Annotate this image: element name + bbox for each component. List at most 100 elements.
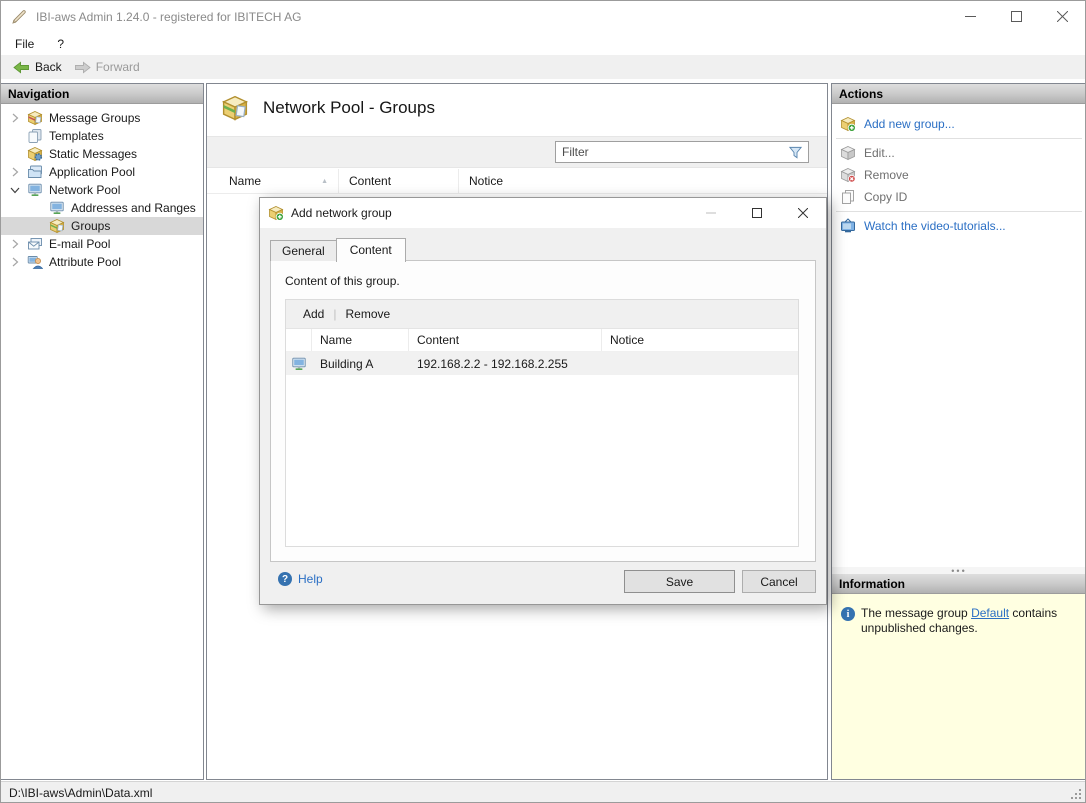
nav-item-network-pool[interactable]: Network Pool [1,181,203,199]
page-title-row: Network Pool - Groups [220,94,435,122]
action-label: Watch the video-tutorials... [864,219,1006,233]
column-header-name[interactable]: Name [312,329,409,351]
static-messages-icon [27,146,43,162]
help-icon: ? [278,572,292,586]
info-text-before: The message group [861,606,971,620]
column-label: Notice [610,333,644,347]
column-header-content[interactable]: Content [409,329,602,351]
filter-input[interactable] [556,145,788,159]
panel-splitter[interactable]: ••• [832,567,1086,574]
nav-label: E-mail Pool [49,237,110,251]
column-label: Notice [469,174,503,188]
action-add-new-group[interactable]: Add new group... [832,113,1086,135]
add-entry-button[interactable]: Add [296,304,331,324]
menu-file[interactable]: File [6,34,43,54]
group-content-toolbar: Add | Remove [286,300,798,329]
action-copy-id[interactable]: Copy ID [832,186,1086,208]
filter-funnel-icon[interactable] [788,145,803,160]
action-label: Add new group... [864,117,955,131]
back-button[interactable]: Back [7,58,68,77]
filter-bar [207,136,827,168]
row-name-cell: Building A [312,352,409,375]
save-button[interactable]: Save [624,570,735,593]
column-header-notice[interactable]: Notice [602,329,798,351]
nav-item-attribute-pool[interactable]: Attribute Pool [1,253,203,271]
cancel-button[interactable]: Cancel [742,570,816,593]
forward-arrow-icon [74,60,91,75]
navigation-header: Navigation [1,84,203,104]
menu-help[interactable]: ? [48,34,73,54]
add-group-icon [268,205,284,221]
window-title: IBI-aws Admin 1.24.0 - registered for IB… [36,10,301,24]
network-pool-icon [27,182,43,198]
separator [836,138,1082,139]
nav-item-application-pool[interactable]: Application Pool [1,163,203,181]
column-label: Content [417,333,459,347]
nav-item-addresses-and-ranges[interactable]: Addresses and Ranges [1,199,203,217]
action-edit[interactable]: Edit... [832,142,1086,164]
remove-entry-button[interactable]: Remove [338,304,397,324]
dialog-column-headers: Name Content Notice [286,329,798,352]
status-path: D:\IBI-aws\Admin\Data.xml [9,786,152,800]
addresses-and-ranges-icon [49,200,65,216]
forward-button[interactable]: Forward [68,58,146,77]
nav-label: Attribute Pool [49,255,121,269]
email-pool-icon [27,236,43,252]
sort-ascending-icon: ▲ [321,178,328,185]
tab-content[interactable]: Content [336,238,406,262]
navigation-tree: Message Groups Templates Static Messages… [1,104,203,271]
nav-item-templates[interactable]: Templates [1,127,203,145]
page-title: Network Pool - Groups [263,98,435,118]
chevron-right-icon[interactable] [9,166,21,178]
column-header-icon[interactable] [286,329,312,351]
help-link[interactable]: ? Help [278,572,323,586]
nav-toolbar: Back Forward [1,55,1085,79]
nav-label: Message Groups [49,111,140,125]
chevron-down-icon[interactable] [9,184,21,196]
dialog-minimize-button [688,198,734,228]
column-header-name[interactable]: Name ▲ [207,169,339,193]
list-column-headers: Name ▲ Content Notice [207,169,827,194]
status-bar: D:\IBI-aws\Admin\Data.xml [1,781,1085,803]
minimize-button[interactable] [947,1,993,32]
close-icon [1057,11,1068,22]
app-logo-icon [11,9,27,25]
chevron-right-icon[interactable] [9,238,21,250]
dialog-tabs: General Content [270,240,405,261]
edit-group-icon [840,145,856,161]
default-group-link[interactable]: Default [971,606,1009,620]
maximize-button[interactable] [993,1,1039,32]
right-panel: Actions Add new group... Edit... Remove … [831,83,1086,780]
nav-label: Network Pool [49,183,120,197]
column-header-notice[interactable]: Notice [459,169,827,193]
dialog-close-button[interactable] [780,198,826,228]
nav-item-email-pool[interactable]: E-mail Pool [1,235,203,253]
dialog-title: Add network group [291,206,392,220]
action-watch-video-tutorials[interactable]: Watch the video-tutorials... [832,215,1086,237]
chevron-right-icon[interactable] [9,112,21,124]
nav-item-static-messages[interactable]: Static Messages [1,145,203,163]
groups-icon [49,218,65,234]
toolbar-separator: | [333,307,336,321]
chevron-right-icon[interactable] [9,256,21,268]
row-icon-cell [286,352,312,375]
minimize-icon [706,208,716,218]
table-row[interactable]: Building A 192.168.2.2 - 192.168.2.255 [286,352,798,375]
help-label: Help [298,572,323,586]
nav-item-message-groups[interactable]: Message Groups [1,109,203,127]
information-message: The message group Default contains unpub… [861,606,1073,636]
nav-item-groups[interactable]: Groups [1,217,203,235]
column-header-content[interactable]: Content [339,169,459,193]
groups-title-icon [220,94,250,122]
close-button[interactable] [1039,1,1085,32]
splitter-dots-icon: ••• [951,569,966,573]
action-label: Edit... [864,146,895,160]
nav-label: Templates [49,129,104,143]
tab-description: Content of this group. [285,274,400,288]
tab-general[interactable]: General [270,240,337,261]
action-label: Copy ID [864,190,907,204]
dialog-maximize-button[interactable] [734,198,780,228]
action-remove[interactable]: Remove [832,164,1086,186]
maximize-icon [752,208,762,218]
resize-grip-icon[interactable] [1070,788,1082,800]
